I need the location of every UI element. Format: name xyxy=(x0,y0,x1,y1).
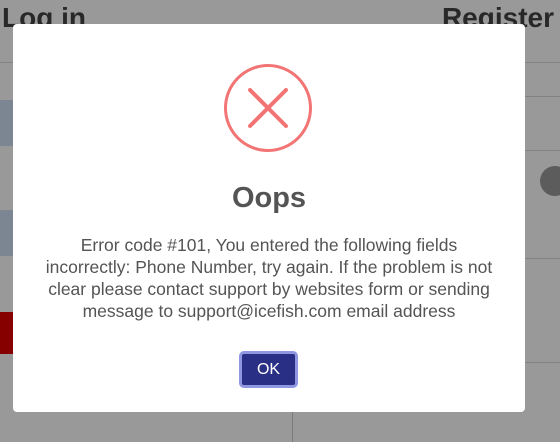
error-dialog: Oops Error code #101, You entered the fo… xyxy=(13,24,525,412)
ok-button[interactable]: OK xyxy=(239,351,298,388)
error-x-circle-icon xyxy=(224,64,312,152)
dialog-title: Oops xyxy=(231,182,307,214)
dialog-message: Error code #101, You entered the followi… xyxy=(45,235,493,321)
